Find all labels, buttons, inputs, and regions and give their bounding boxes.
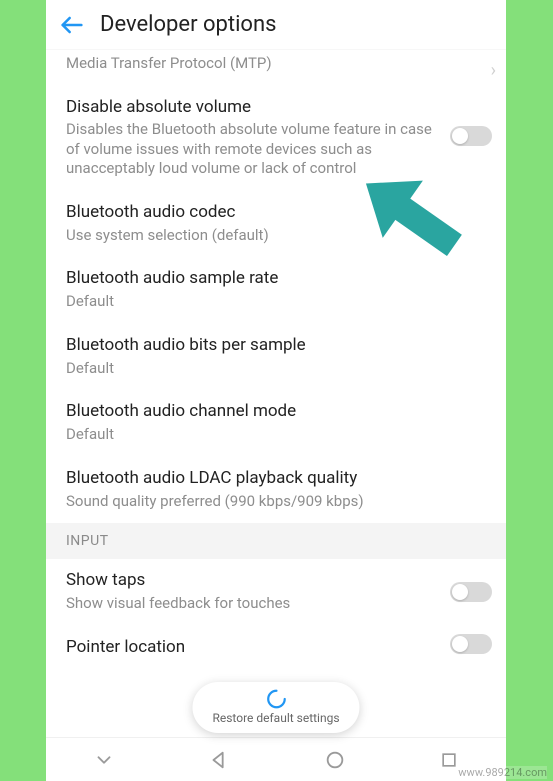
- nav-home-icon[interactable]: [324, 749, 346, 771]
- section-header-input: INPUT: [46, 523, 506, 559]
- settings-list[interactable]: Media Transfer Protocol (MTP) › Disable …: [46, 50, 506, 737]
- row-usb-config[interactable]: Media Transfer Protocol (MTP) ›: [46, 50, 506, 86]
- annotation-arrow-icon: [346, 160, 476, 274]
- chevron-right-icon: ›: [491, 60, 496, 81]
- nav-back-icon[interactable]: [208, 749, 230, 771]
- row-title: Pointer location: [66, 636, 436, 659]
- row-bluetooth-audio-ldac[interactable]: Bluetooth audio LDAC playback quality So…: [46, 457, 506, 523]
- restore-defaults-toast[interactable]: Restore default settings: [192, 682, 359, 733]
- toast-label: Restore default settings: [212, 711, 339, 725]
- phone-screen: Developer options Media Transfer Protoco…: [46, 0, 506, 781]
- page-title: Developer options: [100, 12, 276, 37]
- back-arrow-icon[interactable]: [58, 11, 86, 39]
- navigation-bar: [46, 737, 506, 781]
- row-title: Show taps: [66, 569, 436, 592]
- row-subtitle: Media Transfer Protocol (MTP): [66, 54, 486, 74]
- toggle-switch[interactable]: [450, 126, 492, 146]
- row-bluetooth-audio-channel-mode[interactable]: Bluetooth audio channel mode Default: [46, 390, 506, 456]
- row-pointer-location[interactable]: Pointer location: [46, 626, 506, 663]
- row-title: Bluetooth audio LDAC playback quality: [66, 467, 486, 490]
- nav-recents-icon[interactable]: [439, 750, 459, 770]
- row-bluetooth-audio-bits[interactable]: Bluetooth audio bits per sample Default: [46, 324, 506, 390]
- row-subtitle: Sound quality preferred (990 kbps/909 kb…: [66, 492, 486, 512]
- nav-collapse-icon[interactable]: [93, 749, 115, 771]
- row-show-taps[interactable]: Show taps Show visual feedback for touch…: [46, 559, 506, 625]
- row-title: Bluetooth audio bits per sample: [66, 334, 486, 357]
- app-bar: Developer options: [46, 0, 506, 50]
- spinner-icon: [265, 688, 287, 710]
- row-subtitle: Show visual feedback for touches: [66, 594, 436, 614]
- toggle-switch[interactable]: [450, 634, 492, 654]
- row-subtitle: Default: [66, 359, 486, 379]
- row-subtitle: Default: [66, 292, 486, 312]
- watermark-text: www.989214.com: [458, 766, 547, 779]
- row-title: Bluetooth audio channel mode: [66, 400, 486, 423]
- toggle-switch[interactable]: [450, 582, 492, 602]
- row-subtitle: Default: [66, 425, 486, 445]
- row-title: Disable absolute volume: [66, 96, 436, 119]
